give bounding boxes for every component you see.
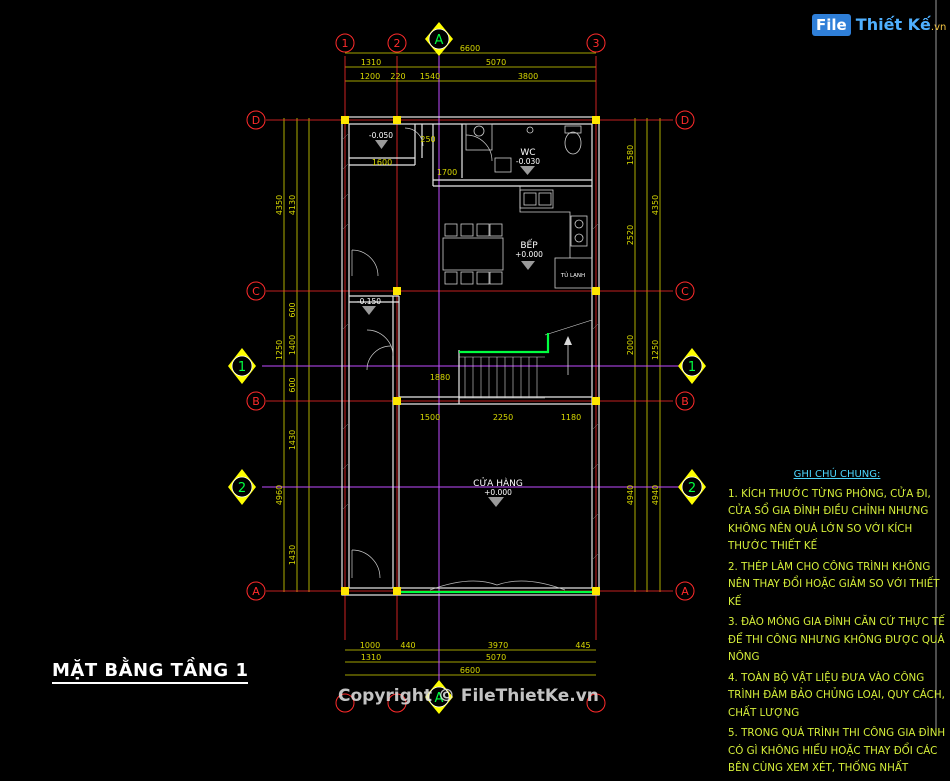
- dimension-lines: [283, 52, 661, 676]
- dim-left-o-2: 1250: [275, 340, 284, 360]
- dim-bot-r1-b: 440: [400, 641, 415, 650]
- logo-badge: File: [812, 14, 851, 36]
- note-item: 2. THÉP LÀM CHO CÔNG TRÌNH KHÔNG NÊN THA…: [728, 560, 940, 608]
- grid-label-right-d: D: [681, 114, 689, 127]
- dim-bot-r2-b: 5070: [486, 653, 506, 662]
- level-entry: -0.050: [369, 131, 393, 140]
- level-markers: [362, 140, 535, 507]
- section-label-2-left: 2: [238, 481, 246, 496]
- dim-int-7: 1880: [430, 373, 450, 382]
- dim-bot-r2-a: 1310: [361, 653, 381, 662]
- columns: [341, 116, 600, 595]
- dim-right-o-1: 4350: [651, 195, 660, 215]
- grid-label-top-3: 3: [593, 37, 600, 50]
- room-level-wc: -0.030: [516, 157, 540, 166]
- dim-left-i-1: 4130: [288, 195, 297, 215]
- notes-heading: GHI CHÚ CHUNG:: [793, 469, 881, 480]
- dim-left-i-4: 600: [288, 377, 297, 392]
- walls: [341, 116, 600, 596]
- dim-left-o-3: 4960: [275, 485, 284, 505]
- dim-right-i-4: 4940: [626, 485, 635, 505]
- front-entrance: [401, 580, 592, 594]
- grid-label-left-b: B: [252, 395, 260, 408]
- level-corridor: -0.150: [357, 297, 381, 306]
- section-markers: [228, 22, 706, 714]
- dim-top-total: 6600: [460, 44, 480, 53]
- dim-int-5: 2250: [493, 413, 513, 422]
- dim-right-o-2: 1250: [651, 340, 660, 360]
- grid-lines: [266, 56, 673, 640]
- section-label-1-right: 1: [688, 360, 696, 375]
- dim-top-r2-b: 220: [390, 72, 405, 81]
- dim-left-i-6: 1430: [288, 545, 297, 565]
- fridge-label: TỦ LẠNH: [560, 271, 585, 279]
- dim-top-r2-d: 3800: [518, 72, 538, 81]
- dim-int-2: 1700: [437, 168, 457, 177]
- copyright-watermark: Copyright © FileThietKe.vn: [338, 686, 599, 706]
- grid-label-top-1: 1: [342, 37, 349, 50]
- dim-right-i-1: 1580: [626, 145, 635, 165]
- dim-int-1: 1600: [372, 158, 392, 167]
- dim-left-o-1: 4350: [275, 195, 284, 215]
- note-item: 4. TOÀN BỘ VẬT LIỆU ĐƯA VÀO CÔNG TRÌNH Đ…: [728, 671, 945, 719]
- note-item: 1. KÍCH THƯỚC TỪNG PHÒNG, CỬA ĐI, CỬA SỔ…: [728, 487, 931, 553]
- dim-top-r1-a: 1310: [361, 58, 381, 67]
- grid-label-left-d: D: [252, 114, 260, 127]
- general-notes: GHI CHÚ CHUNG: 1. KÍCH THƯỚC TỪNG PHÒNG,…: [728, 466, 946, 781]
- staircase: [459, 319, 593, 399]
- grid-label-top-2: 2: [394, 37, 401, 50]
- room-level-kitchen: +0.000: [515, 250, 543, 259]
- section-label-1-left: 1: [238, 360, 246, 375]
- dim-bot-r1-a: 1000: [360, 641, 380, 650]
- section-label-a-top: A: [435, 33, 444, 48]
- wall-hatch: [341, 132, 600, 561]
- dim-bot-total: 6600: [460, 666, 480, 675]
- dim-top-r1-b: 5070: [486, 58, 506, 67]
- grid-label-right-a: A: [681, 585, 689, 598]
- grid-label-right-b: B: [681, 395, 689, 408]
- note-item: 5. TRONG QUÁ TRÌNH THI CÔNG GIA ĐÌNH CÓ …: [728, 727, 946, 774]
- dim-right-i-3: 2000: [626, 335, 635, 355]
- note-item: 3. ĐÀO MÓNG GIA ĐÌNH CĂN CỨ THỰC TẾ ĐỂ T…: [728, 616, 945, 663]
- drawing-title: MẶT BẰNG TẦNG 1: [52, 660, 249, 684]
- grid-label-right-c: C: [681, 285, 689, 298]
- dim-int-6: 1180: [561, 413, 581, 422]
- grid-label-left-a: A: [252, 585, 260, 598]
- logo-domain: .vn: [930, 22, 947, 33]
- dim-top-r2-a: 1200: [360, 72, 380, 81]
- dim-right-i-2: 2520: [626, 225, 635, 245]
- dim-left-i-5: 1430: [288, 430, 297, 450]
- dim-right-o-3: 4940: [651, 485, 660, 505]
- grid-label-left-c: C: [252, 285, 260, 298]
- room-level-shop: +0.000: [484, 488, 512, 497]
- dining-table: [442, 223, 504, 285]
- dim-left-i-2: 600: [288, 302, 297, 317]
- site-logo[interactable]: File Thiết Kế.vn: [812, 14, 946, 36]
- logo-name: Thiết Kế: [855, 15, 931, 34]
- dim-left-i-3: 1400: [288, 335, 297, 355]
- dim-int-3: 250: [420, 135, 435, 144]
- dim-bot-r1-c: 3970: [488, 641, 508, 650]
- section-label-2-right: 2: [688, 481, 696, 496]
- dim-bot-r1-d: 445: [575, 641, 590, 650]
- dim-int-4: 1500: [420, 413, 440, 422]
- dim-top-r2-c: 1540: [420, 72, 440, 81]
